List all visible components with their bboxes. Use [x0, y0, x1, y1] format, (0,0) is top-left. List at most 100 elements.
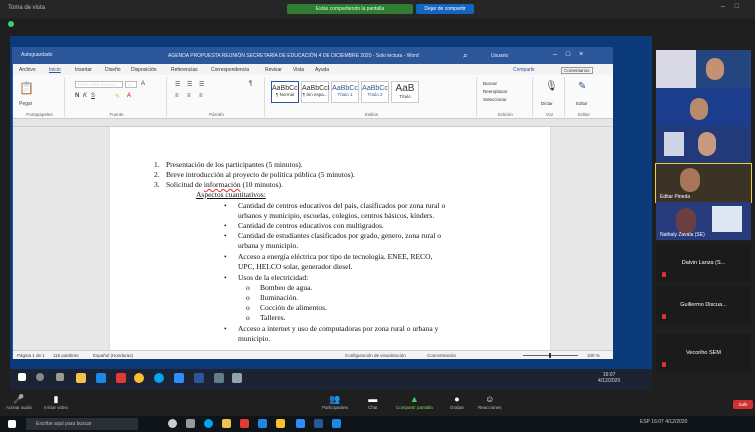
participant-tile[interactable]: Nathaly Zavala (SE)	[656, 202, 751, 240]
italic-icon[interactable]: K	[83, 93, 87, 99]
tab-archivo[interactable]: Archivo	[19, 67, 36, 73]
participant-tile[interactable]: Dalvin Lanza (S...	[656, 244, 751, 282]
comments-button[interactable]: Comentarios	[561, 67, 593, 74]
language-status[interactable]: Español (Honduras)	[93, 353, 133, 358]
app-icon[interactable]	[116, 373, 126, 383]
style-title[interactable]: AaB Título	[391, 81, 419, 103]
select-button[interactable]: Seleccionar	[483, 97, 507, 102]
grow-font-icon[interactable]: A	[141, 81, 145, 87]
align-center-icon[interactable]: ≡	[187, 93, 191, 99]
font-name-select[interactable]: Times New Roman	[75, 81, 123, 88]
word-count[interactable]: 116 palabras	[53, 353, 79, 358]
find-button[interactable]: Buscar	[483, 81, 497, 86]
highlight-icon[interactable]: ✎	[115, 93, 120, 100]
windows-start-icon[interactable]	[8, 420, 16, 428]
participants-button[interactable]: 👥 Participantes	[322, 394, 348, 410]
windows-start-icon[interactable]	[18, 373, 26, 381]
reactions-button[interactable]: ☺ Reacciones	[478, 394, 502, 410]
font-color-icon[interactable]: A	[127, 93, 131, 99]
zoom-level[interactable]: 100 %	[587, 353, 600, 358]
bullet-text-cont: urbanos y municipio, escuelas, colegios,…	[238, 211, 435, 220]
zoom-app-icon[interactable]	[174, 373, 184, 383]
chat-button[interactable]: ▬ Chat	[368, 394, 378, 410]
focus-mode[interactable]: Concentración	[427, 353, 456, 358]
store-icon[interactable]	[258, 419, 267, 428]
style-heading-2[interactable]: AaBbCc Título 2	[361, 81, 389, 103]
zoom-thumb[interactable]	[549, 353, 551, 358]
participant-tile[interactable]	[656, 50, 751, 88]
record-button[interactable]: ● Grabar	[450, 394, 464, 410]
video-button[interactable]: ▮ Iniciar video	[44, 394, 68, 410]
autosave-toggle[interactable]: Autoguardado	[21, 52, 52, 58]
replace-button[interactable]: Reemplazar	[483, 89, 507, 94]
app-icon-2[interactable]	[276, 419, 285, 428]
document-title: AGENDA PROPUESTA REUNIÓN SECRETARÍA DE E…	[168, 53, 419, 59]
multilevel-list-icon[interactable]: ☰	[199, 81, 204, 88]
app-icon[interactable]	[240, 419, 249, 428]
style-heading-1[interactable]: AaBbCc Título 1	[331, 81, 359, 103]
bullets-icon[interactable]: ☰	[175, 81, 180, 88]
mute-button[interactable]: 🎤 Activar audio	[6, 394, 32, 410]
tab-vista[interactable]: Vista	[293, 67, 304, 73]
os-search-input[interactable]: Escribe aquí para buscar	[26, 418, 138, 430]
style-no-spacing[interactable]: AaBbCcI ¶ Sin espa...	[301, 81, 330, 103]
search-icon[interactable]	[36, 373, 44, 381]
file-explorer-icon[interactable]	[222, 419, 231, 428]
word-app-icon[interactable]	[194, 373, 204, 383]
document-page[interactable]: 1. Presentación de los participantes (5 …	[109, 127, 551, 350]
tab-disposicion[interactable]: Disposición	[131, 67, 157, 73]
pilcrow-icon[interactable]: ¶	[249, 81, 252, 87]
word-app-icon[interactable]	[314, 419, 323, 428]
page-count[interactable]: Página 1 de 1	[17, 353, 45, 358]
editor-button[interactable]: Editor	[576, 101, 588, 106]
leave-button[interactable]: Salir	[733, 400, 753, 409]
share-screen-button[interactable]: ▲ Compartir pantalla	[396, 394, 433, 410]
style-normal[interactable]: AaBbCcI ¶ Normal	[271, 81, 300, 103]
editor-icon[interactable]: ✎	[578, 81, 586, 92]
microphone-icon[interactable]: 🎙	[545, 81, 558, 92]
ruler[interactable]	[13, 119, 613, 127]
dictate-button[interactable]: Dictar	[541, 101, 553, 106]
display-settings[interactable]: Configuración de visualización	[345, 353, 406, 358]
chrome-icon[interactable]	[134, 373, 144, 383]
stop-share-button[interactable]: Dejar de compartir	[416, 4, 474, 14]
edge-icon[interactable]	[154, 373, 164, 383]
word-window-controls[interactable]: –□×	[553, 51, 592, 58]
participant-tile[interactable]: Vecoriho SEM	[656, 334, 751, 372]
bold-icon[interactable]: N	[75, 93, 79, 99]
window-controls[interactable]: –□	[721, 3, 749, 10]
task-view-icon[interactable]	[186, 419, 195, 428]
zoom-app-icon[interactable]	[296, 419, 305, 428]
store-icon[interactable]	[96, 373, 106, 383]
participant-tile[interactable]: Guillermo Discua...	[656, 286, 751, 324]
task-view-icon[interactable]	[56, 373, 64, 381]
edge-icon[interactable]	[204, 419, 213, 428]
user-name[interactable]: Usuario	[491, 53, 508, 59]
app-icon-2[interactable]	[214, 373, 224, 383]
tab-ayuda[interactable]: Ayuda	[315, 67, 329, 73]
tab-revisar[interactable]: Revisar	[265, 67, 282, 73]
participant-tile-active[interactable]: Editar Pineda	[655, 163, 752, 203]
cortana-icon[interactable]	[168, 419, 177, 428]
numbering-icon[interactable]: ☰	[187, 81, 192, 88]
file-explorer-icon[interactable]	[76, 373, 86, 383]
tab-inicio[interactable]: Inicio	[49, 67, 61, 73]
meeting-security-icon[interactable]	[8, 21, 14, 27]
tab-referencias[interactable]: Referencias	[171, 67, 198, 73]
align-right-icon[interactable]: ≡	[199, 93, 203, 99]
system-tray[interactable]: ESP 16:07 4/12/2020	[640, 419, 687, 425]
underline-icon[interactable]: S	[91, 93, 95, 99]
paste-icon[interactable]: 📋	[19, 81, 34, 95]
app-icon-3[interactable]	[332, 419, 341, 428]
tab-insertar[interactable]: Insertar	[75, 67, 92, 73]
tab-correspondencia[interactable]: Correspondencia	[211, 67, 249, 73]
share-document-button[interactable]: Compartir	[513, 67, 535, 73]
font-size-select[interactable]: 12	[125, 81, 137, 88]
participant-tile[interactable]	[656, 88, 751, 126]
participant-tile[interactable]	[656, 126, 751, 164]
align-left-icon[interactable]: ≡	[175, 93, 179, 99]
paste-label[interactable]: Pegar	[19, 101, 32, 107]
tab-diseno[interactable]: Diseño	[105, 67, 121, 73]
search-icon[interactable]: ⌕	[463, 51, 473, 61]
app-icon-3[interactable]	[232, 373, 242, 383]
